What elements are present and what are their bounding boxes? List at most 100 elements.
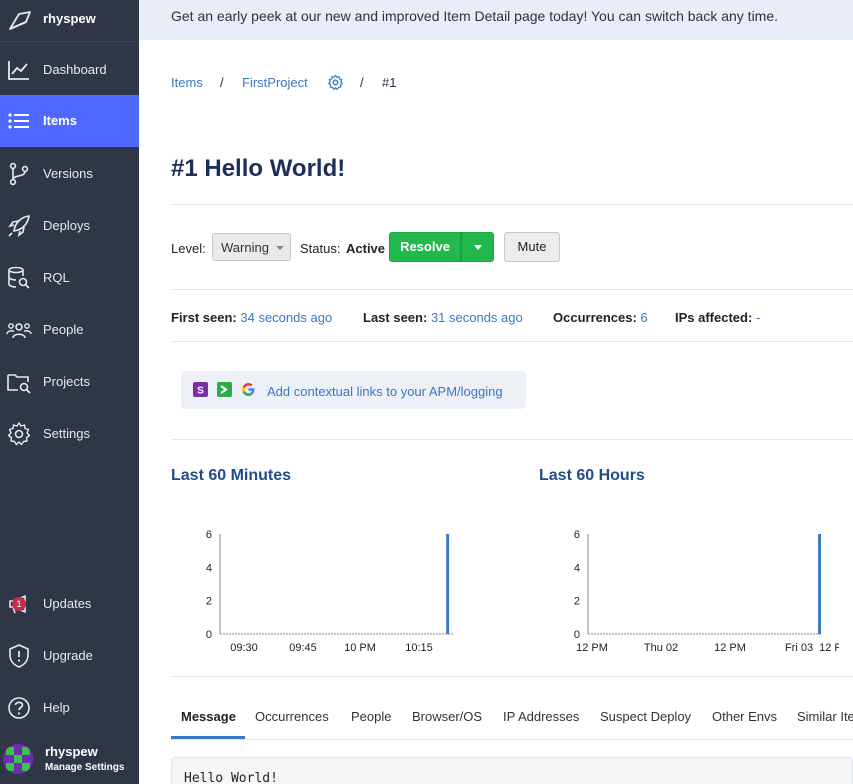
sidebar-item-label: Deploys	[43, 218, 90, 233]
last-seen-stat: Last seen: 31 seconds ago	[363, 310, 523, 325]
resolve-dropdown-button[interactable]	[461, 232, 494, 262]
sidebar-item-people[interactable]: People	[0, 304, 139, 356]
x-tick-label: 10:15	[405, 642, 433, 654]
workspace-switcher[interactable]: rhyspew	[0, 0, 139, 42]
tab-message[interactable]: Message	[181, 709, 236, 724]
terminal-icon	[217, 382, 232, 397]
avatar	[3, 744, 33, 774]
y-tick-label: 0	[206, 629, 212, 641]
first-seen-stat: First seen: 34 seconds ago	[171, 310, 332, 325]
y-tick-label: 6	[206, 529, 212, 541]
sidebar-item-label: Updates	[43, 596, 92, 611]
y-tick-label: 6	[574, 529, 580, 541]
resolve-button[interactable]: Resolve	[389, 232, 461, 262]
rocket-icon	[8, 215, 30, 237]
divider	[171, 289, 853, 290]
y-tick-label: 4	[206, 562, 212, 574]
apm-links-banner[interactable]: S Add contextual links to your APM/loggi…	[181, 371, 526, 409]
shield-icon	[9, 644, 29, 668]
splunk-icon: S	[193, 382, 208, 397]
user-menu[interactable]: rhyspew Manage Settings	[0, 740, 139, 784]
sidebar-item-label: Settings	[43, 426, 90, 441]
chart-line-icon	[8, 61, 29, 80]
chevron-down-icon	[276, 246, 284, 250]
divider	[171, 341, 853, 342]
sidebar-item-label: Help	[43, 700, 70, 715]
breadcrumb-separator: /	[360, 75, 364, 90]
folder-search-icon	[7, 374, 31, 394]
x-tick-label: Thu 02	[644, 642, 678, 654]
tab-browser-os[interactable]: Browser/OS	[412, 709, 482, 724]
mute-button[interactable]: Mute	[504, 232, 560, 262]
breadcrumb-current: #1	[382, 75, 397, 90]
tab-similar-items[interactable]: Similar Ite	[797, 709, 853, 724]
divider	[171, 739, 853, 740]
status-label: Status:	[300, 241, 341, 256]
workspace-name: rhyspew	[43, 11, 96, 26]
x-tick-label: 09:30	[230, 642, 258, 654]
ips-affected-stat: IPs affected: -	[675, 310, 760, 325]
x-tick-label: 12 PM	[819, 642, 839, 654]
message-box: Hello World!	[171, 757, 853, 784]
database-search-icon	[8, 266, 30, 289]
occurrences-label: Occurrences:	[553, 310, 637, 325]
divider	[171, 439, 853, 440]
list-icon	[8, 113, 29, 129]
last-seen-value[interactable]: 31 seconds ago	[431, 310, 523, 325]
occurrences-chart-60-minutes: 0 2 4 6 09:30 09:45 10 PM 10:15	[206, 529, 454, 654]
sidebar-item-rql[interactable]: RQL	[0, 252, 139, 304]
breadcrumb-project-link[interactable]: FirstProject	[242, 75, 308, 90]
occurrences-stat: Occurrences: 6	[553, 310, 648, 325]
tab-people[interactable]: People	[351, 709, 391, 724]
tab-ip-addresses[interactable]: IP Addresses	[503, 709, 579, 724]
user-name: rhyspew	[45, 744, 98, 759]
status-value: Active	[346, 241, 386, 256]
apm-links-text: Add contextual links to your APM/logging	[267, 384, 503, 399]
occurrences-chart-60-hours: 0 2 4 6 12 PM Thu 02 12 PM Fri 03 12 PM	[574, 529, 839, 654]
breadcrumb-separator: /	[220, 75, 224, 90]
beta-banner-text[interactable]: Get an early peek at our new and improve…	[171, 8, 778, 24]
sidebar-item-label: People	[43, 322, 84, 337]
sidebar-item-versions[interactable]: Versions	[0, 148, 139, 200]
breadcrumb-items-link[interactable]: Items	[171, 75, 203, 90]
chart-title-60-minutes: Last 60 Minutes	[171, 467, 292, 484]
tab-other-envs[interactable]: Other Envs	[712, 709, 777, 724]
occurrences-value[interactable]: 6	[640, 310, 647, 325]
first-seen-label: First seen:	[171, 310, 237, 325]
sidebar-item-deploys[interactable]: Deploys	[0, 200, 139, 252]
chart-bar	[446, 534, 450, 634]
message-text: Hello World!	[184, 771, 278, 784]
y-tick-label: 0	[574, 629, 580, 641]
project-settings-gear-icon[interactable]	[327, 74, 344, 91]
sidebar-item-label: Projects	[43, 374, 90, 389]
sidebar-item-help[interactable]: Help	[0, 682, 139, 734]
gear-icon	[7, 422, 31, 446]
last-seen-label: Last seen:	[363, 310, 428, 325]
sidebar-item-settings[interactable]: Settings	[0, 408, 139, 460]
chart-bar	[818, 534, 821, 634]
divider	[171, 204, 853, 205]
manage-settings-link[interactable]: Manage Settings	[45, 762, 124, 773]
tab-suspect-deploy[interactable]: Suspect Deploy	[600, 709, 691, 724]
sidebar-item-upgrade[interactable]: Upgrade	[0, 630, 139, 682]
google-icon	[242, 383, 255, 396]
chart-title-60-hours: Last 60 Hours	[539, 467, 645, 484]
y-tick-label: 4	[574, 562, 580, 574]
tab-occurrences[interactable]: Occurrences	[255, 709, 329, 724]
ips-affected-value[interactable]: -	[756, 310, 760, 325]
sidebar: rhyspew Dashboard Items Versions Deploys…	[0, 0, 139, 784]
caret-down-icon	[474, 245, 482, 250]
sidebar-item-projects[interactable]: Projects	[0, 356, 139, 408]
rollbar-logo-icon	[9, 11, 31, 30]
level-select[interactable]: Warning	[212, 233, 291, 261]
updates-count-badge: 1	[12, 597, 26, 611]
y-tick-label: 2	[574, 596, 580, 608]
x-tick-label: 10 PM	[344, 642, 376, 654]
first-seen-value[interactable]: 34 seconds ago	[240, 310, 332, 325]
svg-text:S: S	[197, 386, 204, 397]
sidebar-item-items[interactable]: Items	[0, 95, 139, 147]
x-tick-label: 09:45	[289, 642, 317, 654]
level-label: Level:	[171, 241, 206, 256]
ips-affected-label: IPs affected:	[675, 310, 753, 325]
sidebar-item-dashboard[interactable]: Dashboard	[0, 44, 139, 96]
